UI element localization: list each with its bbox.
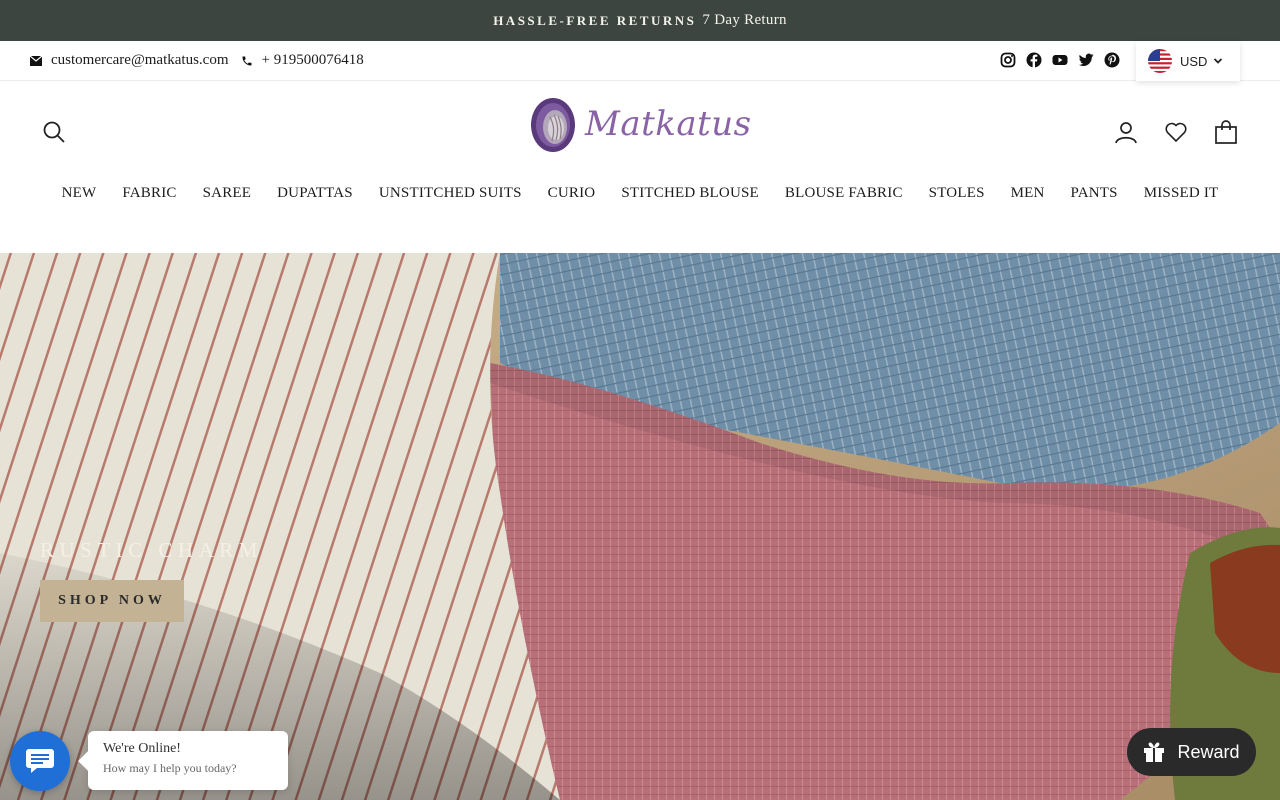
chat-status: We're Online! bbox=[103, 741, 181, 756]
nav-item-pants[interactable]: PANTS bbox=[1058, 185, 1131, 202]
shop-now-button[interactable]: SHOP NOW bbox=[40, 580, 184, 622]
email-text: customercare@matkatus.com bbox=[51, 52, 229, 68]
phone-text: + 919500076418 bbox=[261, 52, 364, 68]
chat-icon bbox=[26, 749, 54, 773]
instagram-icon[interactable] bbox=[1000, 52, 1016, 68]
hero-banner: RUSTIC CHARM SHOP NOW bbox=[0, 253, 1280, 800]
nav-item-curio[interactable]: CURIO bbox=[535, 185, 609, 202]
reward-label: Reward bbox=[1177, 741, 1240, 762]
chevron-down-icon bbox=[1214, 58, 1223, 64]
currency-selector[interactable]: USD bbox=[1136, 41, 1240, 81]
nav-item-missed-it[interactable]: MISSED IT bbox=[1131, 185, 1232, 202]
gift-icon bbox=[1144, 742, 1165, 762]
pinterest-icon[interactable] bbox=[1104, 52, 1120, 68]
spool-logo-icon bbox=[531, 98, 575, 152]
logo-text: Matkatus bbox=[585, 104, 752, 144]
search-icon[interactable] bbox=[42, 120, 66, 144]
announcement-light: 7 Day Return bbox=[702, 12, 787, 28]
cart-icon[interactable] bbox=[1214, 120, 1238, 149]
email-link[interactable]: customercare@matkatus.com bbox=[30, 52, 229, 69]
chat-greeting[interactable]: We're Online! How may I help you today? bbox=[88, 731, 288, 790]
nav-item-saree[interactable]: SAREE bbox=[190, 185, 265, 202]
nav-item-men[interactable]: MEN bbox=[998, 185, 1058, 202]
nav-item-blouse-fabric[interactable]: BLOUSE FABRIC bbox=[772, 185, 916, 202]
reward-button[interactable]: Reward bbox=[1127, 728, 1256, 776]
announcement-strong: HASSLE-FREE RETURNS bbox=[493, 12, 697, 28]
envelope-icon bbox=[30, 55, 42, 66]
nav-item-dupattas[interactable]: DUPATTAS bbox=[264, 185, 366, 202]
hero-fabric-image bbox=[0, 253, 1280, 800]
hero-title: RUSTIC CHARM bbox=[40, 538, 263, 562]
currency-code: USD bbox=[1180, 53, 1208, 69]
nav-item-stoles[interactable]: STOLES bbox=[916, 185, 998, 202]
nav-item-stitched-blouse[interactable]: STITCHED BLOUSE bbox=[608, 185, 772, 202]
announcement-bar: HASSLE-FREE RETURNS 7 Day Return bbox=[0, 0, 1280, 41]
nav-item-unstitched-suits[interactable]: UNSTITCHED SUITS bbox=[366, 185, 535, 202]
phone-link[interactable]: + 919500076418 bbox=[241, 52, 364, 69]
site-header: Matkatus bbox=[0, 81, 1280, 171]
chat-prompt: How may I help you today? bbox=[103, 761, 237, 775]
account-icon[interactable] bbox=[1114, 120, 1138, 149]
heart-icon[interactable] bbox=[1164, 120, 1188, 149]
youtube-icon[interactable] bbox=[1052, 52, 1068, 68]
chat-launcher-button[interactable] bbox=[10, 731, 70, 791]
twitter-icon[interactable] bbox=[1078, 52, 1094, 68]
facebook-icon[interactable] bbox=[1026, 52, 1042, 68]
main-nav: NEW FABRIC SAREE DUPATTAS UNSTITCHED SUI… bbox=[0, 185, 1280, 202]
social-links bbox=[1000, 52, 1120, 68]
contact-info: customercare@matkatus.com + 919500076418 bbox=[30, 52, 376, 69]
utility-bar: customercare@matkatus.com + 919500076418 bbox=[0, 41, 1280, 81]
site-logo[interactable]: Matkatus bbox=[525, 91, 770, 157]
phone-icon bbox=[242, 56, 251, 65]
nav-item-new[interactable]: NEW bbox=[49, 185, 110, 202]
nav-item-fabric[interactable]: FABRIC bbox=[109, 185, 189, 202]
us-flag-icon bbox=[1148, 49, 1172, 73]
